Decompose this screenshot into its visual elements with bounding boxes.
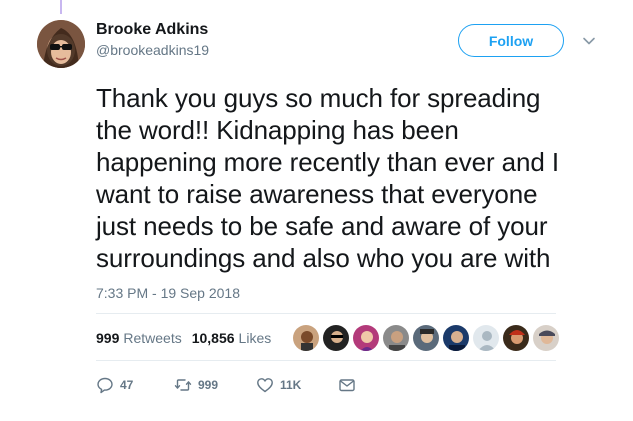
heart-icon (257, 378, 273, 393)
retweet-count: 999 (198, 378, 219, 392)
like-count: 11K (280, 378, 302, 392)
reply-icon (97, 377, 113, 394)
liker-avatar[interactable] (502, 324, 530, 352)
liker-avatars (292, 324, 560, 352)
retweets-count: 999 (96, 330, 120, 346)
tweet-text: Thank you guys so much for spreading the… (96, 82, 606, 274)
tweet-stats: 999 Retweets 10,856 Likes (96, 330, 271, 346)
envelope-icon (339, 379, 355, 392)
avatar[interactable] (37, 20, 85, 68)
tweet-actions: 47 999 11K (96, 376, 356, 394)
tweet-timestamp[interactable]: 7:33 PM - 19 Sep 2018 (96, 285, 240, 301)
likes-label: Likes (238, 330, 272, 346)
divider (96, 313, 556, 314)
avatar-image (37, 20, 85, 68)
reply-action[interactable]: 47 (96, 376, 174, 394)
retweets-label: Retweets (123, 330, 182, 346)
like-action[interactable]: 11K (256, 376, 338, 394)
thread-line (60, 0, 62, 14)
liker-avatar[interactable] (442, 324, 470, 352)
tweet-text-line: want to raise awareness that everyone (96, 179, 538, 209)
divider (96, 360, 556, 361)
retweets-stat[interactable]: 999 Retweets (96, 330, 182, 346)
liker-avatar[interactable] (292, 324, 320, 352)
author-name[interactable]: Brooke Adkins (96, 21, 208, 39)
liker-avatar[interactable] (412, 324, 440, 352)
liker-avatar[interactable] (532, 324, 560, 352)
tweet-text-line: the word!! Kidnapping has been (96, 115, 459, 145)
reply-count: 47 (120, 378, 134, 392)
liker-avatar[interactable] (472, 324, 500, 352)
likes-count: 10,856 (191, 330, 235, 346)
retweet-action[interactable]: 999 (174, 376, 256, 394)
likes-stat[interactable]: 10,856 Likes (192, 330, 272, 346)
chevron-down-icon[interactable] (582, 34, 596, 48)
retweet-icon (174, 379, 192, 391)
liker-avatar[interactable] (322, 324, 350, 352)
author-handle[interactable]: @brookeadkins19 (96, 42, 209, 58)
tweet-text-line: Thank you guys so much for spreading (96, 83, 541, 113)
tweet-text-line: surroundings and also who you are with (96, 243, 551, 273)
liker-avatar[interactable] (352, 324, 380, 352)
direct-message-action[interactable] (338, 376, 356, 394)
follow-button[interactable]: Follow (458, 24, 564, 57)
liker-avatar[interactable] (382, 324, 410, 352)
tweet-text-line: happening more recently than ever and I (96, 147, 559, 177)
tweet-text-line: just needs to be safe and aware of your (96, 211, 548, 241)
